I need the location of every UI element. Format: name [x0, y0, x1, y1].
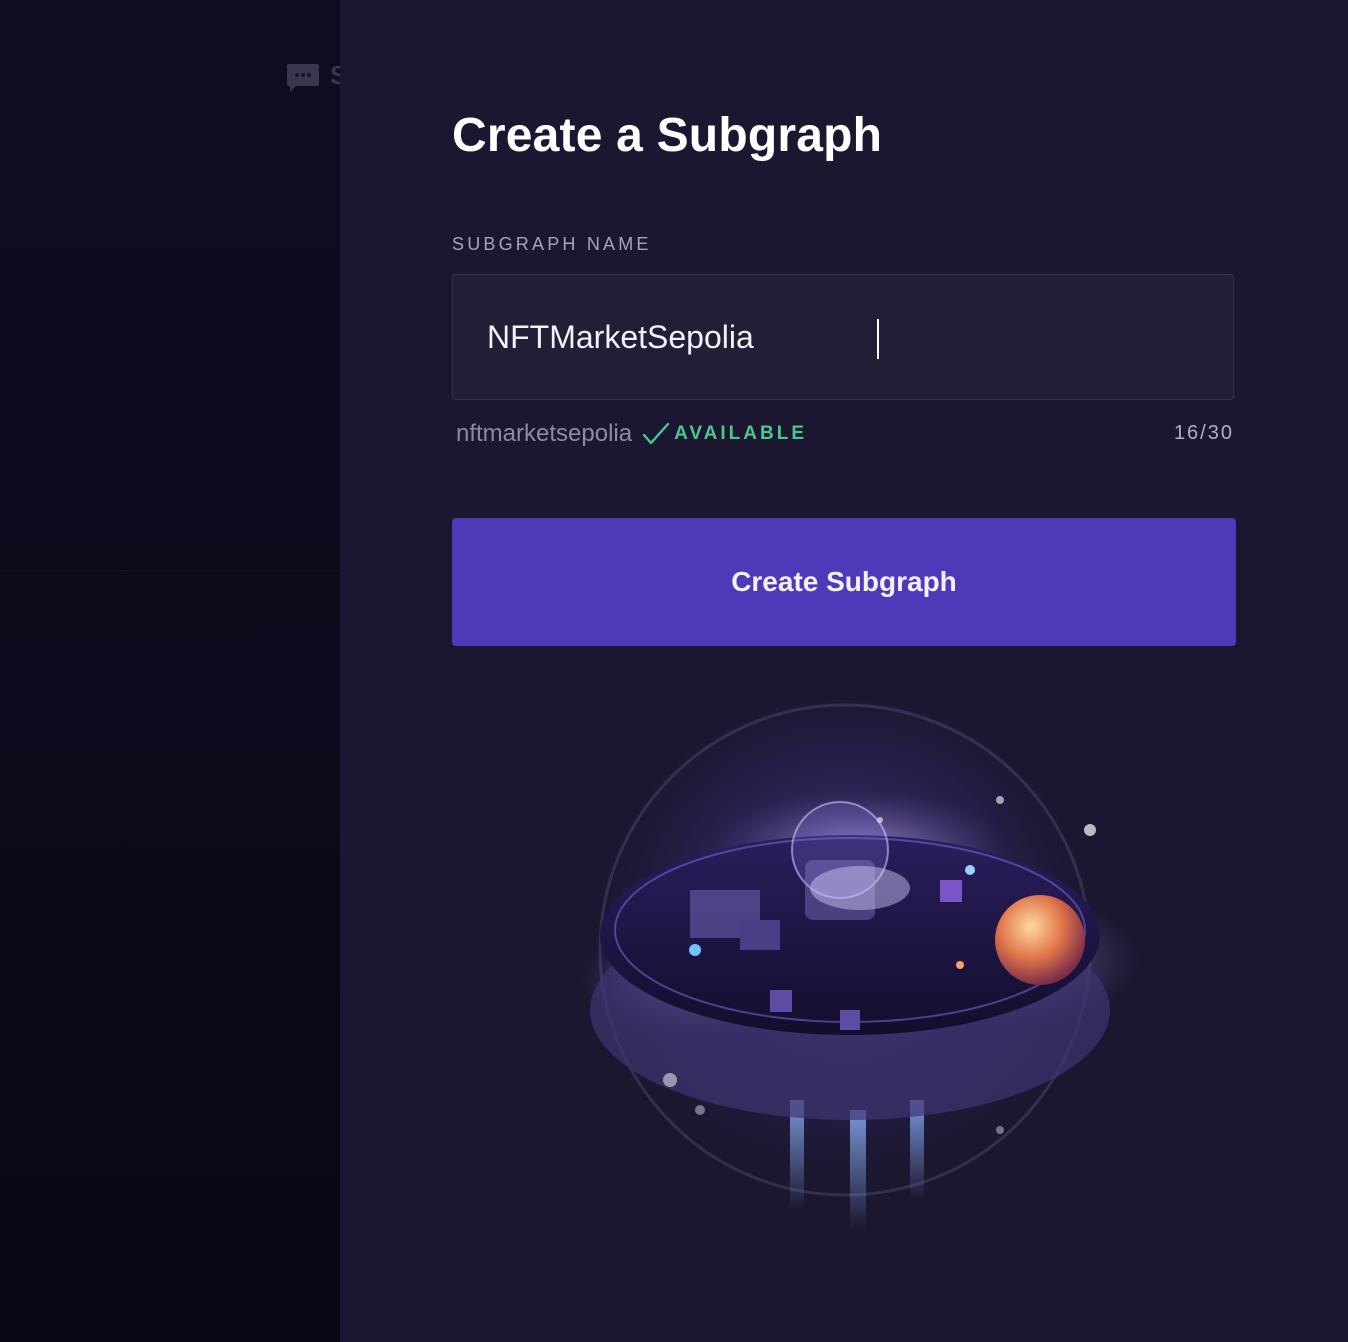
checkmark-icon [642, 422, 670, 445]
availability-status: AVAILABLE [674, 423, 807, 444]
chat-bubble-icon [287, 64, 319, 92]
character-counter: 16/30 [1173, 422, 1234, 444]
text-caret [877, 319, 879, 359]
subgraph-name-input[interactable] [453, 275, 1233, 399]
page-title: Create a Subgraph [452, 109, 883, 162]
background-page-overlay: S [0, 0, 340, 1342]
availability-row: nftmarketsepolia AVAILABLE [456, 420, 807, 448]
floating-city-illustration [580, 700, 1140, 1230]
subgraph-slug: nftmarketsepolia [456, 420, 633, 447]
background-divider [0, 570, 340, 571]
create-subgraph-button[interactable]: Create Subgraph [452, 518, 1236, 646]
create-subgraph-panel: Create a Subgraph SUBGRAPH NAME nftmarke… [340, 0, 1348, 1342]
background-text-fragment: S [330, 60, 340, 90]
subgraph-name-field[interactable] [452, 274, 1234, 400]
subgraph-name-label: SUBGRAPH NAME [452, 234, 652, 254]
